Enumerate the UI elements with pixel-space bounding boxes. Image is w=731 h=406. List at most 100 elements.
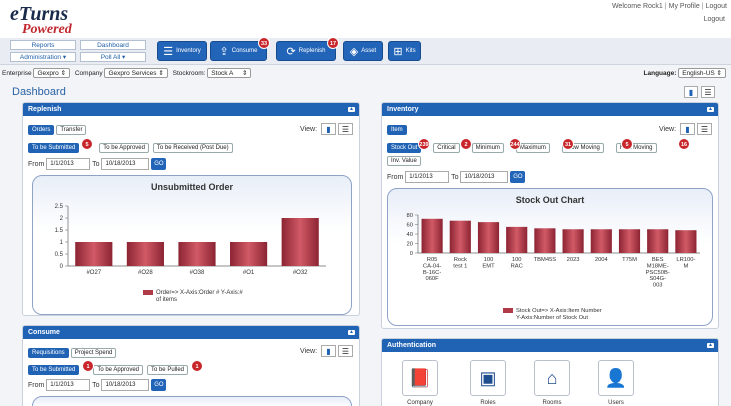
tab-orders[interactable]: Orders — [28, 125, 55, 135]
rooms-tile[interactable]: ⌂ — [534, 360, 570, 396]
list-icon[interactable]: ☰ — [338, 345, 353, 357]
asset-button[interactable]: ◈ Asset — [343, 41, 383, 61]
from-date-input[interactable]: 1/1/2013 — [46, 158, 91, 170]
bar[interactable] — [562, 229, 584, 253]
from-date-input[interactable]: 1/1/2013 — [405, 171, 450, 183]
unsubmitted-order-chart: Unsubmitted Order 0 0.5 1 1.5 2 2.5 #O27 #O28 #O… — [32, 175, 352, 315]
asset-button-label: Asset — [361, 48, 377, 54]
list-icon[interactable]: ☰ — [338, 123, 353, 135]
bar[interactable] — [647, 229, 669, 253]
bar[interactable] — [126, 242, 164, 266]
list-icon[interactable]: ☰ — [697, 123, 712, 135]
poll-all-menu[interactable]: Poll All ▾ — [80, 52, 146, 62]
logo-subtext: Powered — [22, 22, 72, 37]
legend-swatch — [143, 290, 153, 295]
tab-to-be-approved[interactable]: To be Approved — [93, 365, 144, 375]
bar[interactable] — [534, 228, 556, 253]
bar-chart-icon[interactable]: ▮ — [321, 123, 336, 135]
bar-chart-icon[interactable]: ▮ — [680, 123, 695, 135]
tab-project-spend[interactable]: Project Spend — [70, 348, 117, 358]
enterprise-select[interactable]: Gexpro ⇕ — [33, 68, 71, 78]
collapse-icon[interactable]: ▲ — [707, 343, 714, 348]
tab-item[interactable]: Item — [387, 125, 407, 135]
go-button[interactable]: GO — [151, 158, 167, 170]
replenish-panel: Replenish ▲ Orders Transfer View: ▮ ☰ To be… — [22, 102, 360, 316]
tab-requisitions[interactable]: Requisitions — [28, 348, 69, 358]
x-tick-label: R05 — [427, 257, 438, 263]
reports-menu[interactable]: Reports — [10, 40, 76, 50]
stockroom-select[interactable]: Stock A ⇕ — [207, 68, 252, 78]
bar[interactable] — [675, 230, 697, 253]
y-tick-label: 1 — [60, 240, 64, 246]
inventory-button-label: Inventory — [176, 48, 201, 54]
legend-label: of items — [156, 297, 177, 303]
to-date-input[interactable]: 10/18/2013 — [101, 158, 150, 170]
bar[interactable] — [75, 242, 113, 266]
logout-icon[interactable]: Logout — [704, 16, 725, 23]
replenish-button-label: Replenish — [298, 48, 326, 54]
bar[interactable] — [506, 226, 528, 253]
inventory-button[interactable]: ☰ Inventory — [157, 41, 207, 61]
consume-header[interactable]: Consume ▲ — [23, 326, 359, 339]
language-select[interactable]: English-US ⇕ — [678, 68, 726, 78]
tab-transfer[interactable]: Transfer — [56, 125, 87, 135]
tab-stock-out[interactable]: Stock Out — [387, 143, 422, 153]
collapse-icon[interactable]: ▲ — [348, 330, 355, 335]
my-profile-link[interactable]: My Profile — [669, 3, 700, 10]
tab-minimum[interactable]: Minimum — [471, 143, 504, 153]
bar[interactable] — [178, 242, 216, 266]
tab-maximum[interactable]: Maximum — [515, 143, 550, 153]
logo-text: eTurns — [10, 3, 69, 25]
tab-to-be-submitted[interactable]: To be Submitted — [28, 143, 80, 153]
bar-chart-icon[interactable]: ▮ — [321, 345, 336, 357]
x-tick-label: Rock — [454, 257, 467, 263]
tab-critical[interactable]: Critical — [433, 143, 460, 153]
x-tick-label: BES — [652, 257, 664, 263]
to-label: To — [451, 173, 459, 181]
tab-to-be-received[interactable]: To be Received (Post Due) — [152, 143, 233, 153]
bar[interactable] — [449, 220, 471, 253]
company-tile[interactable]: 📕 — [402, 360, 438, 396]
eturns-logo[interactable]: eTurns Powered — [10, 3, 72, 37]
bar[interactable] — [477, 222, 500, 253]
inventory-header[interactable]: Inventory ▲ — [382, 103, 718, 116]
bar[interactable] — [618, 229, 641, 253]
company-label: Company — [74, 70, 103, 77]
to-date-input[interactable]: 10/18/2013 — [460, 171, 509, 183]
bar[interactable] — [281, 218, 319, 266]
x-tick-label: 100 — [484, 257, 494, 263]
from-label: From — [28, 160, 45, 168]
to-date-input[interactable]: 10/18/2013 — [101, 379, 150, 391]
tab-to-be-pulled[interactable]: To be Pulled — [146, 365, 188, 375]
from-date-input[interactable]: 1/1/2013 — [46, 379, 91, 391]
kits-button[interactable]: ⊞ Kits — [388, 41, 421, 61]
collapse-icon[interactable]: ▲ — [348, 107, 355, 112]
authentication-header[interactable]: Authentication ▲ — [382, 339, 718, 352]
stock-out-chart: Stock Out Chart 0 20 40 60 80 R05 CA-04- B-16C-… — [387, 188, 713, 326]
go-button[interactable]: GO — [151, 379, 167, 391]
maximum-badge: 31 — [562, 138, 574, 150]
company-select[interactable]: Gexpro Services ⇕ — [104, 68, 168, 78]
list-view-icon[interactable]: ☰ — [701, 86, 715, 98]
dashboard-menu[interactable]: Dashboard — [80, 40, 146, 50]
id-card-icon: ▣ — [479, 367, 497, 388]
tab-inv-value[interactable]: Inv. Value — [387, 156, 421, 166]
consume-button-label: Consume — [231, 48, 258, 54]
administration-menu[interactable]: Administration ▾ — [10, 52, 76, 62]
tab-to-be-submitted[interactable]: To be Submitted — [28, 365, 80, 375]
inventory-panel: Inventory ▲ Item View: ▮ ☰ Stock Out Criti… — [381, 102, 719, 329]
bar[interactable] — [590, 229, 612, 253]
company-label: Company — [407, 400, 433, 406]
users-tile[interactable]: 👤 — [598, 360, 634, 396]
bar[interactable] — [421, 218, 443, 253]
replenish-header[interactable]: Replenish ▲ — [23, 103, 359, 116]
go-button[interactable]: GO — [510, 171, 526, 183]
logout-link[interactable]: Logout — [706, 3, 727, 10]
to-label: To — [92, 381, 100, 389]
chart-view-icon[interactable]: ▮ — [684, 86, 698, 98]
x-tick-label: 003 — [653, 283, 663, 289]
collapse-icon[interactable]: ▲ — [707, 107, 714, 112]
bar[interactable] — [230, 242, 268, 266]
tab-to-be-approved[interactable]: To be Approved — [99, 143, 149, 153]
roles-tile[interactable]: ▣ — [470, 360, 506, 396]
